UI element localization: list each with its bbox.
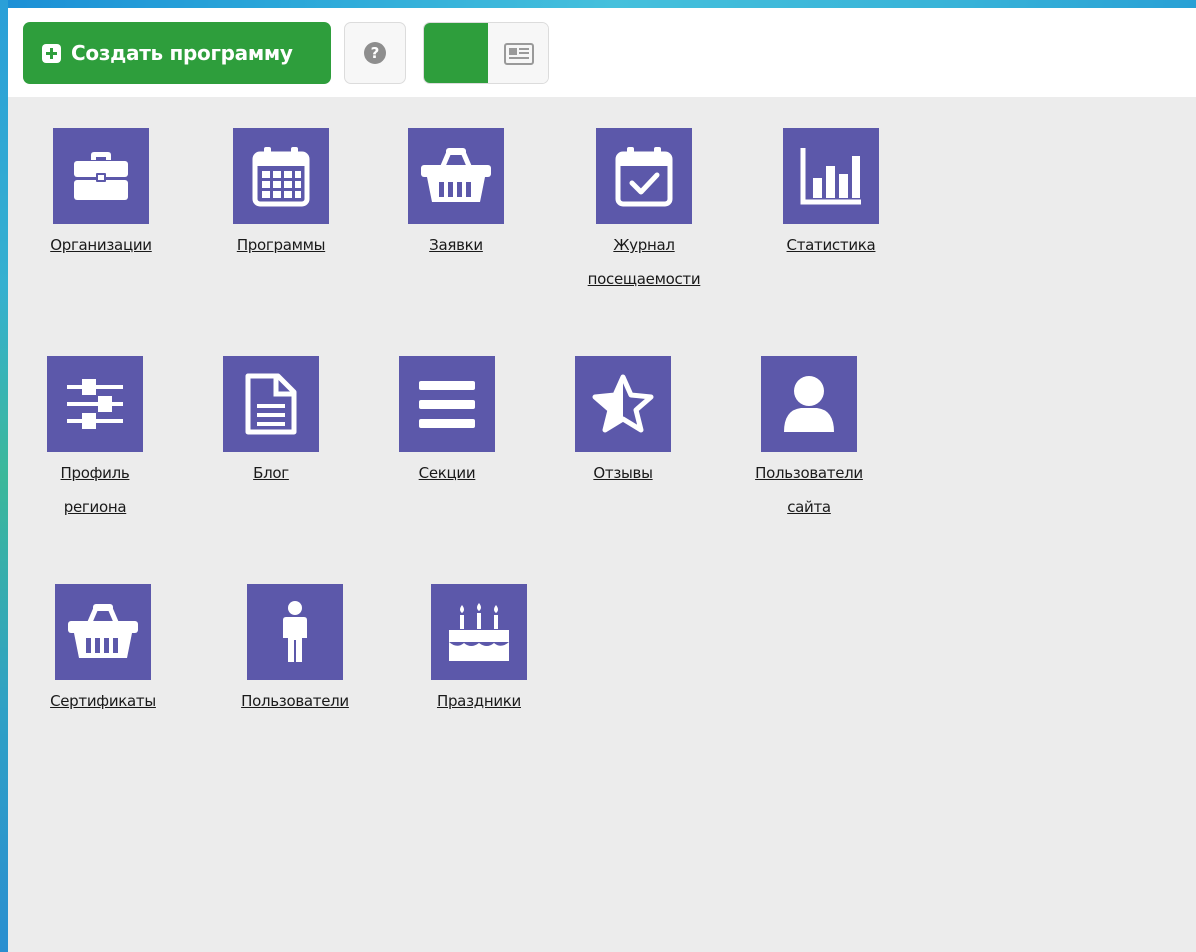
create-program-label: Создать программу (71, 41, 293, 65)
person-icon (283, 601, 307, 662)
tile-label: Организации (50, 236, 152, 254)
newspaper-icon (504, 43, 534, 65)
tile-label: Пользователи (241, 692, 349, 710)
sliders-icon (67, 379, 123, 429)
add-button[interactable] (424, 23, 488, 83)
tile-label: Секции (418, 464, 476, 482)
tile-label: Пользователи сайта (755, 464, 863, 516)
briefcase-icon (74, 152, 128, 200)
user-icon (784, 376, 834, 432)
document-icon (245, 373, 297, 435)
toolbar: Создать программу ? (8, 8, 1196, 97)
tile-label: Праздники (436, 692, 521, 710)
tile-label: Заявки (429, 236, 483, 254)
birthday-cake-icon (449, 603, 509, 661)
star-half-icon (592, 374, 654, 433)
list-view-button[interactable] (488, 23, 548, 83)
plus-square-icon (42, 43, 61, 63)
admin-panel: Создать программу ? Организации Программ… (8, 8, 1196, 952)
bar-chart-icon (800, 148, 861, 205)
menu-lines-icon (419, 381, 475, 428)
help-button[interactable]: ? (344, 22, 406, 84)
calendar-check-icon (615, 147, 673, 207)
tile-label: Журнал посещаемости (587, 236, 701, 288)
tile-label: Блог (253, 464, 289, 482)
tile-label: Сертификаты (50, 692, 156, 710)
tile-label: Профиль региона (60, 464, 130, 516)
tile-label: Программы (236, 236, 326, 254)
window-top-edge (0, 0, 1196, 8)
basket-icon (421, 148, 491, 202)
tile-label: Статистика (786, 236, 876, 254)
window-left-edge (0, 0, 8, 952)
tile-label: Отзывы (593, 464, 653, 482)
question-circle-icon: ? (364, 42, 386, 64)
view-toggle-group (423, 22, 549, 84)
basket-icon (68, 604, 138, 658)
calendar-icon (252, 147, 310, 207)
create-program-button[interactable]: Создать программу (23, 22, 331, 84)
